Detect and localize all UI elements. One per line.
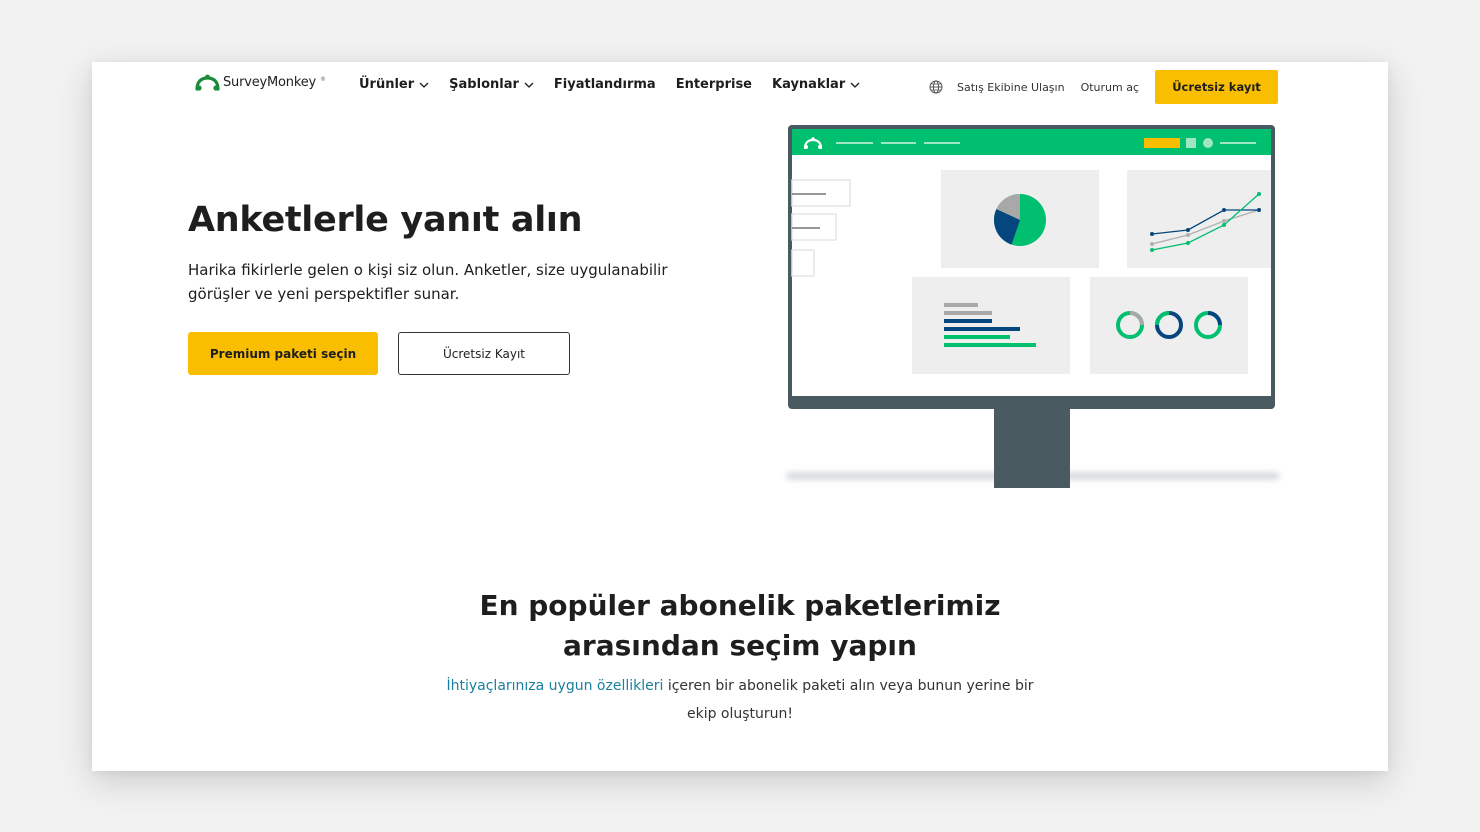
menu-item-enterprise[interactable]: Enterprise <box>676 77 752 92</box>
section-title-line2: arasından seçim yapın <box>563 629 917 662</box>
plans-section-title: En popüler abonelik paketlerimiz arasınd… <box>92 586 1388 666</box>
features-link[interactable]: İhtiyaçlarınıza uygun özellikleri <box>446 678 663 694</box>
menu-item-label: Şablonlar <box>449 77 519 92</box>
page-container: SurveyMonkey ® Ürünler Şablonlar Fiyatla… <box>92 62 1388 771</box>
free-signup-button[interactable]: Ücretsiz Kayıt <box>398 332 570 375</box>
main-menu: Ürünler Şablonlar Fiyatlandırma Enterpri… <box>359 77 860 92</box>
globe-icon[interactable] <box>929 80 943 94</box>
section-title-line1: En popüler abonelik paketlerimiz <box>479 589 1001 622</box>
hero-title: Anketlerle yanıt alın <box>188 200 583 240</box>
chevron-down-icon <box>419 82 429 88</box>
logo-text: SurveyMonkey <box>223 75 316 90</box>
hero-subtitle: Harika fikirlerle gelen o kişi siz olun.… <box>188 261 668 303</box>
monitor-illustration <box>786 125 1280 488</box>
plans-section-subtitle: İhtiyaçlarınıza uygun özellikleri içeren… <box>432 672 1048 728</box>
menu-item-kaynaklar[interactable]: Kaynaklar <box>772 77 860 92</box>
nav-actions: Satış Ekibine Ulaşın Oturum aç Ücretsiz … <box>929 70 1278 104</box>
login-link[interactable]: Oturum aç <box>1081 81 1139 94</box>
monkey-logo-icon <box>195 74 220 91</box>
menu-item-fiyatlandirma[interactable]: Fiyatlandırma <box>554 77 656 92</box>
menu-item-label: Enterprise <box>675 77 752 92</box>
menu-item-urunler[interactable]: Ürünler <box>359 77 429 92</box>
chevron-down-icon <box>524 82 534 88</box>
signup-button[interactable]: Ücretsiz kayıt <box>1155 70 1278 104</box>
surveymonkey-logo[interactable]: SurveyMonkey ® <box>195 74 326 91</box>
chevron-down-icon <box>850 82 860 88</box>
menu-item-label: Kaynaklar <box>772 77 846 92</box>
premium-plan-button[interactable]: Premium paketi seçin <box>188 332 378 375</box>
menu-item-sablonlar[interactable]: Şablonlar <box>449 77 534 92</box>
menu-item-label: Fiyatlandırma <box>553 77 656 92</box>
contact-sales-link[interactable]: Satış Ekibine Ulaşın <box>957 81 1065 94</box>
menu-item-label: Ürünler <box>359 77 415 92</box>
section-subtitle-text: içeren bir abonelik paketi alın veya bun… <box>663 678 1034 722</box>
logo-trademark: ® <box>320 76 326 83</box>
top-navigation: SurveyMonkey ® Ürünler Şablonlar Fiyatla… <box>92 62 1388 114</box>
